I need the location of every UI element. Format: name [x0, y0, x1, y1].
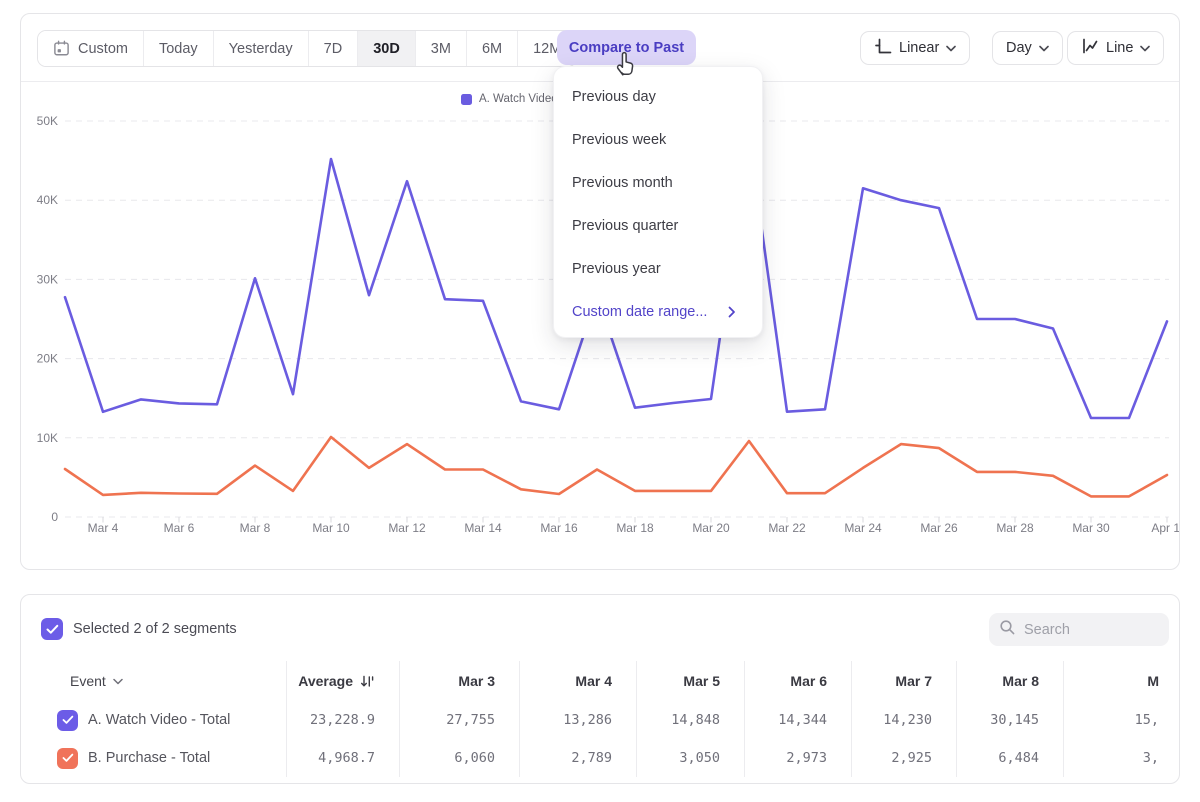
- search-icon: [999, 619, 1016, 641]
- segments-table: Event Average Mar 3 Mar 4 Mar 5 Mar 6 Mar 7 Mar…: [21, 661, 1179, 777]
- x-tick-label: Mar 10: [312, 521, 350, 535]
- interval-dropdown-button[interactable]: Day: [992, 31, 1063, 65]
- x-tick-label: Mar 28: [996, 521, 1034, 535]
- search-input[interactable]: [1024, 622, 1154, 638]
- cell-value: 14,848: [671, 712, 720, 728]
- chart-type-dropdown-label: Line: [1106, 40, 1133, 56]
- cell-value: 2,925: [891, 750, 932, 766]
- x-tick-label: Mar 20: [692, 521, 730, 535]
- range-button-label: Custom: [78, 41, 128, 57]
- y-tick-label: 40K: [37, 193, 58, 207]
- chevron-down-icon: [1039, 40, 1049, 56]
- x-tick-label: Mar 18: [616, 521, 654, 535]
- x-tick-label: Mar 14: [464, 521, 502, 535]
- segment-checkbox[interactable]: [57, 710, 78, 731]
- y-tick-label: 50K: [37, 114, 58, 128]
- cell-value: 14,344: [778, 712, 827, 728]
- range-button-label: 30D: [373, 41, 400, 57]
- cell-value: 6,484: [998, 750, 1039, 766]
- range-button-custom[interactable]: Custom: [38, 31, 144, 66]
- y-tick-label: 10K: [37, 431, 58, 445]
- range-button-label: 3M: [431, 41, 451, 57]
- x-tick-label: Mar 4: [88, 521, 119, 535]
- y-tick-label: 30K: [37, 272, 58, 286]
- x-tick-label: Mar 16: [540, 521, 578, 535]
- date-column-header[interactable]: Mar 4: [575, 673, 612, 689]
- chevron-down-icon: [946, 40, 956, 56]
- cell-value: 14,230: [883, 712, 932, 728]
- x-tick-label: Mar 22: [768, 521, 806, 535]
- cell-value: 2,973: [786, 750, 827, 766]
- average-value: 23,228.9: [310, 712, 375, 728]
- range-button-3m[interactable]: 3M: [416, 31, 467, 66]
- linear-axis-icon: [874, 37, 892, 59]
- compare-to-past-menu: Previous dayPrevious weekPrevious monthP…: [553, 66, 763, 338]
- date-column-header[interactable]: Mar 5: [683, 673, 720, 689]
- cell-value: 6,060: [454, 750, 495, 766]
- select-all-checkbox[interactable]: [41, 618, 63, 640]
- menu-item-previous-day[interactable]: Previous day: [554, 75, 762, 118]
- range-button-7d[interactable]: 7D: [309, 31, 359, 66]
- cell-value: 13,286: [563, 712, 612, 728]
- x-tick-label: Mar 8: [240, 521, 271, 535]
- x-tick-label: Mar 30: [1072, 521, 1110, 535]
- cell-value: 2,789: [571, 750, 612, 766]
- range-button-30d[interactable]: 30D: [358, 31, 416, 66]
- y-tick-label: 20K: [37, 352, 58, 366]
- scale-dropdown-label: Linear: [899, 40, 939, 56]
- x-tick-label: Apr 1: [1151, 521, 1179, 535]
- chevron-down-icon: [1140, 40, 1150, 56]
- range-button-label: 7D: [324, 41, 343, 57]
- interval-dropdown-label: Day: [1006, 40, 1032, 56]
- range-button-yesterday[interactable]: Yesterday: [214, 31, 309, 66]
- menu-item-custom-date-range[interactable]: Custom date range...: [554, 290, 762, 333]
- y-tick-label: 0: [51, 510, 58, 524]
- average-value: 4,968.7: [318, 750, 375, 766]
- event-column-header[interactable]: Event: [70, 673, 123, 689]
- date-column-header-cut: M: [1147, 673, 1159, 689]
- segment-label[interactable]: B. Purchase - Total: [88, 750, 210, 766]
- range-button-6m[interactable]: 6M: [467, 31, 518, 66]
- scale-dropdown-button[interactable]: Linear: [860, 31, 970, 65]
- chart-type-dropdown-button[interactable]: Line: [1067, 31, 1164, 65]
- average-column-header[interactable]: Average: [298, 673, 375, 689]
- x-tick-label: Mar 12: [388, 521, 426, 535]
- date-range-group: CustomTodayYesterday7D30D3M6M12M: [37, 30, 577, 67]
- date-column-header[interactable]: Mar 7: [895, 673, 932, 689]
- segments-panel: Selected 2 of 2 segments Event Average Mar…: [20, 594, 1180, 784]
- date-column-header[interactable]: Mar 8: [1002, 673, 1039, 689]
- cell-value: 30,145: [990, 712, 1039, 728]
- chevron-right-icon: [728, 306, 736, 318]
- selected-segments-label: Selected 2 of 2 segments: [73, 621, 237, 637]
- menu-item-previous-quarter[interactable]: Previous quarter: [554, 204, 762, 247]
- search-box: [989, 613, 1169, 646]
- x-tick-label: Mar 26: [920, 521, 958, 535]
- date-column-header[interactable]: Mar 3: [458, 673, 495, 689]
- menu-item-previous-month[interactable]: Previous month: [554, 161, 762, 204]
- date-column-header[interactable]: Mar 6: [790, 673, 827, 689]
- range-button-today[interactable]: Today: [144, 31, 214, 66]
- series-line: [65, 437, 1167, 496]
- cell-value: 27,755: [446, 712, 495, 728]
- x-tick-label: Mar 24: [844, 521, 882, 535]
- segment-checkbox[interactable]: [57, 748, 78, 769]
- range-button-label: 6M: [482, 41, 502, 57]
- cell-value: 3,050: [679, 750, 720, 766]
- chevron-down-icon: [113, 678, 123, 685]
- range-button-label: Today: [159, 41, 198, 57]
- cell-value-cut: 3,: [1143, 750, 1159, 766]
- calendar-icon: [53, 40, 70, 57]
- line-chart-icon: [1081, 37, 1099, 59]
- menu-item-previous-week[interactable]: Previous week: [554, 118, 762, 161]
- menu-item-previous-year[interactable]: Previous year: [554, 247, 762, 290]
- hand-cursor-icon: [613, 49, 639, 82]
- range-button-label: Yesterday: [229, 41, 293, 57]
- sort-descending-icon: [360, 674, 375, 689]
- cell-value-cut: 15,: [1135, 712, 1159, 728]
- x-tick-label: Mar 6: [164, 521, 195, 535]
- segment-label[interactable]: A. Watch Video - Total: [88, 712, 230, 728]
